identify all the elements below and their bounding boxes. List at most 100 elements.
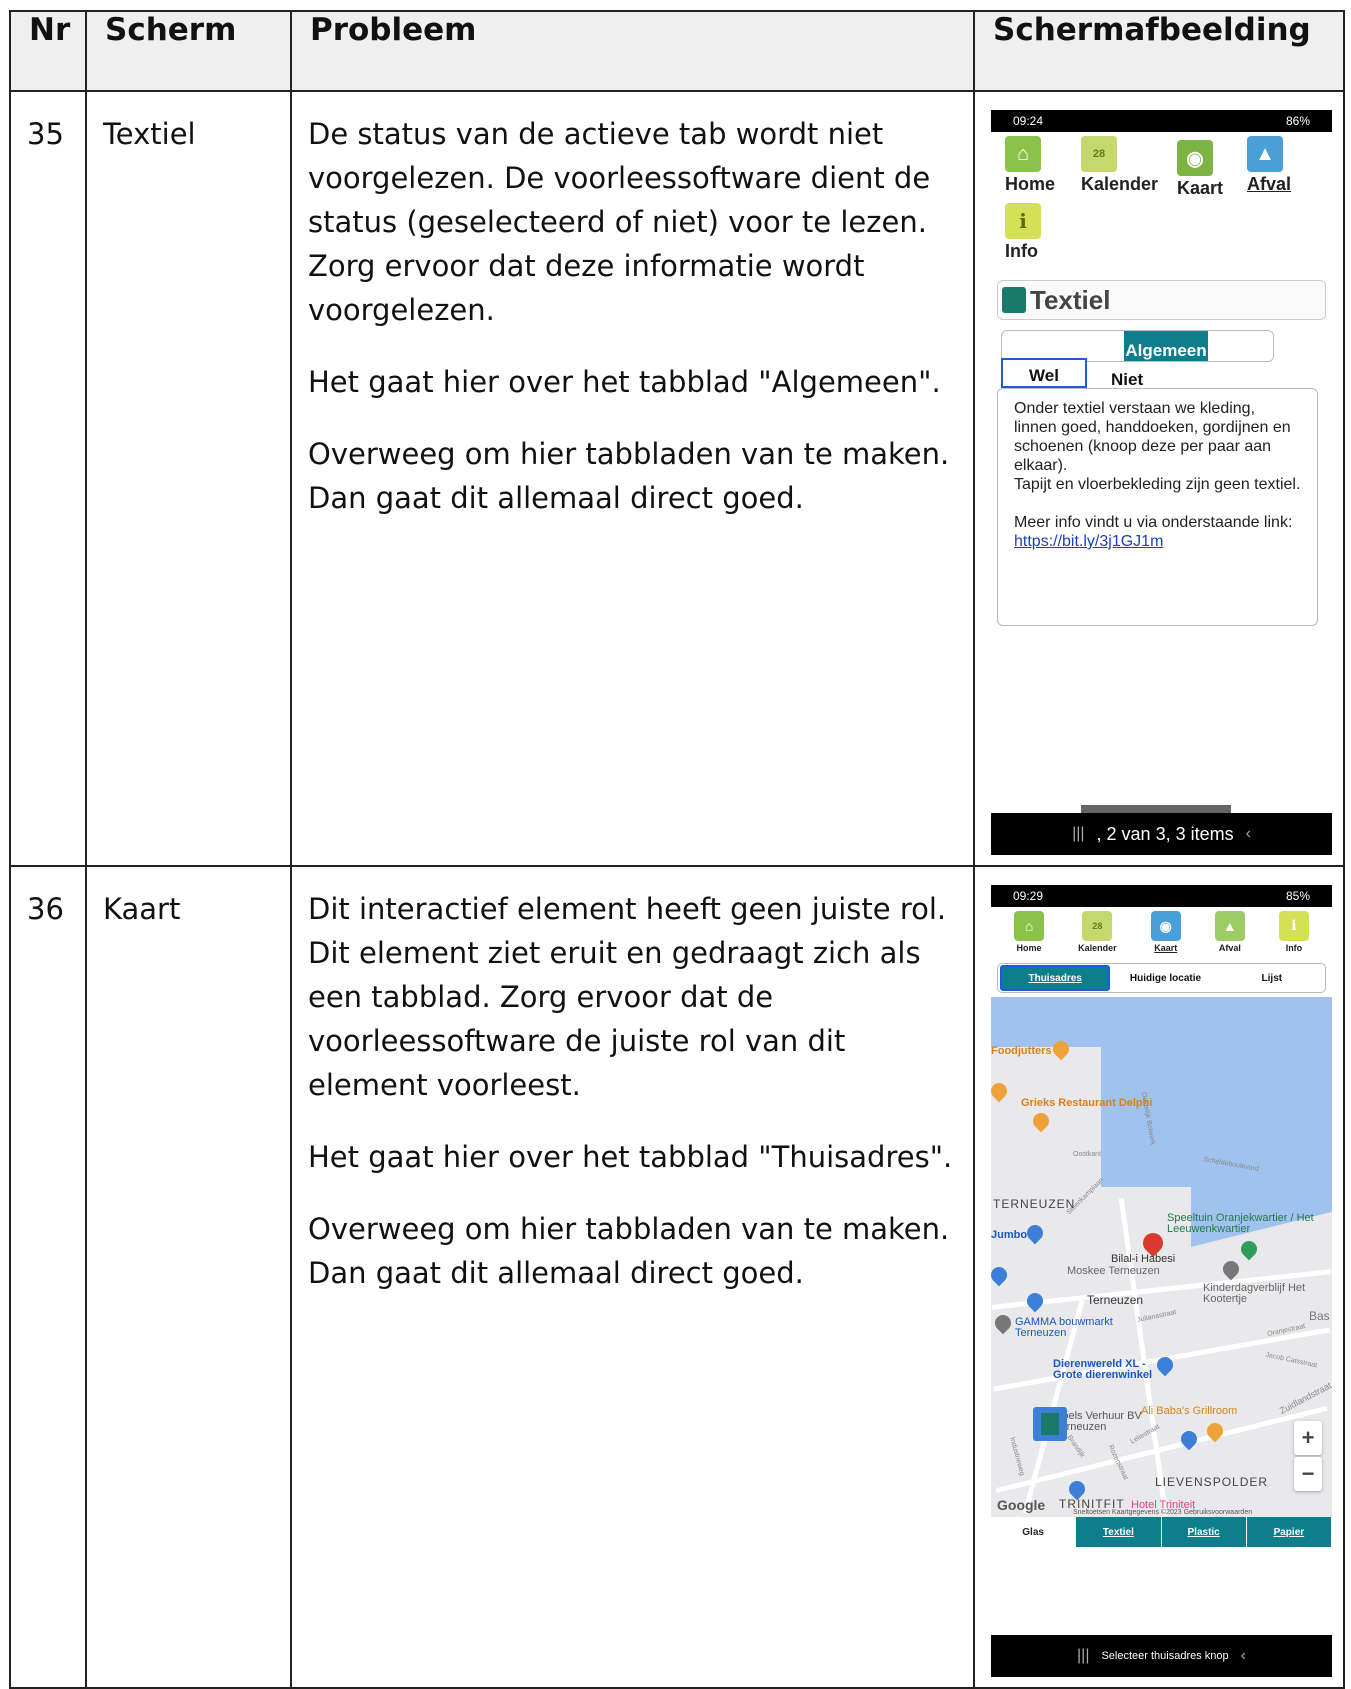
nav-kalender[interactable]: 28 Kalender xyxy=(1078,911,1117,957)
tab-huidige-locatie[interactable]: Huidige locatie xyxy=(1112,973,1218,984)
problem-paragraph: Overweeg om hier tabbladen van te maken.… xyxy=(308,437,950,515)
google-logo: Google xyxy=(997,1497,1046,1513)
problem-paragraph: Het gaat hier over het tabblad "Thuisadr… xyxy=(308,1140,953,1174)
wel-niet-tabs: Wel Niet xyxy=(1001,358,1332,390)
tab-thuisadres[interactable]: Thuisadres xyxy=(1000,965,1111,991)
talkback-caption: , 2 van 3, 3 items xyxy=(1096,823,1234,844)
location-tabs: Thuisadres Huidige locatie Lijst xyxy=(997,963,1326,993)
shirt-icon xyxy=(1002,287,1026,313)
page-title: Textiel xyxy=(1030,284,1111,315)
nav-label: Info xyxy=(1285,943,1303,953)
recent-apps-icon[interactable]: ||| xyxy=(1072,825,1084,843)
nav-home[interactable]: ⌂ Home xyxy=(1014,911,1045,957)
nav-label: Kaart xyxy=(1177,178,1224,198)
back-icon[interactable]: ‹ xyxy=(1241,1647,1246,1665)
calendar-icon: 28 xyxy=(1081,136,1117,172)
back-icon[interactable]: ‹ xyxy=(1246,825,1251,843)
tab-wel[interactable]: Wel xyxy=(1001,358,1087,388)
map-label: Ali Baba's Grillroom xyxy=(1141,1405,1238,1417)
zoom-in-button[interactable]: + xyxy=(1294,1421,1322,1455)
nav-kaart[interactable]: ◉ Kaart xyxy=(1150,911,1181,957)
info-text: Tapijt en vloerbekleding zijn geen texti… xyxy=(1014,476,1301,493)
tab-plastic[interactable]: Plastic xyxy=(1161,1517,1247,1547)
table-row: 36 Kaart Dit interactief element heeft g… xyxy=(9,865,1345,1689)
talkback-caption: Selecteer thuisadres knop xyxy=(1101,1650,1229,1662)
row-screenshot: 09:29 85% ⌂ Home 28 Kalender ◉ Kaart ▲ A… xyxy=(973,865,1345,1689)
nav-label: Afval xyxy=(1218,943,1241,953)
problem-paragraph: Dit interactief element heeft geen juist… xyxy=(308,892,947,1102)
map-label: Speeltuin Oranjekwartier / Het Leeuwenkw… xyxy=(1167,1212,1314,1235)
status-battery: 85% xyxy=(1285,889,1310,903)
place-pin-icon xyxy=(991,1311,1015,1335)
info-link[interactable]: https://bit.ly/3j1GJ1m xyxy=(1014,533,1163,550)
phone-screenshot-textiel: 09:24 86% ⌂ Home 28 Kalender ◉ Kaart ▲ A… xyxy=(991,110,1332,855)
map-label: Brandijk xyxy=(1065,1434,1086,1459)
status-bar: 09:24 86% xyxy=(991,110,1332,132)
header-probleem: Probleem xyxy=(290,10,975,92)
map-label: Boels Verhuur BV Terneuzen xyxy=(1055,1410,1142,1433)
park-pin-icon xyxy=(1237,1237,1261,1261)
status-battery: 86% xyxy=(1285,114,1310,128)
header-row: Nr Scherm Probleem Schermafbeelding xyxy=(9,10,1345,92)
status-bar: 09:29 85% xyxy=(991,885,1332,907)
map-label: Oostkant xyxy=(1073,1151,1102,1158)
problem-paragraph: Het gaat hier over het tabblad "Algemeen… xyxy=(308,365,941,399)
more-info-text: Meer info vindt u via onderstaande link: xyxy=(1014,514,1293,531)
problem-paragraph: Overweeg om hier tabbladen van te maken.… xyxy=(308,1212,950,1290)
map-label: Grieks Restaurant Delphi xyxy=(1021,1097,1153,1109)
app-nav: ⌂ Home 28 Kalender ◉ Kaart ▲ Afval i Inf… xyxy=(991,907,1332,957)
nav-afval[interactable]: ▲ Afval xyxy=(1214,911,1245,957)
info-icon: i xyxy=(1278,911,1309,941)
restaurant-pin-icon xyxy=(991,1079,1011,1103)
map-water xyxy=(991,997,1131,1047)
map-label: Bilal-i Habesi xyxy=(1111,1253,1176,1265)
nav-info[interactable]: i Info xyxy=(1005,203,1075,262)
nav-home[interactable]: ⌂ Home xyxy=(1005,136,1075,199)
tab-glas[interactable]: Glas xyxy=(991,1517,1077,1547)
nav-label: Kalender xyxy=(1078,943,1117,953)
map-label: Kinderdagverblijf Het Kootertje xyxy=(1203,1282,1306,1305)
focus-indicator xyxy=(1081,805,1231,813)
row-screen: Kaart xyxy=(85,865,292,1689)
nav-label: Kaart xyxy=(1154,943,1178,953)
map-label: Foodjutters xyxy=(991,1045,1052,1057)
nav-info[interactable]: i Info xyxy=(1278,911,1309,957)
restaurant-pin-icon xyxy=(1029,1109,1053,1133)
nav-afval[interactable]: ▲ Afval xyxy=(1247,136,1307,199)
nav-label: Home xyxy=(1005,174,1056,194)
waste-type-tabs: Glas Textiel Plastic Papier xyxy=(991,1517,1332,1547)
nav-label: Home xyxy=(1016,943,1042,953)
zoom-out-button[interactable]: − xyxy=(1294,1457,1322,1491)
app-nav: ⌂ Home 28 Kalender ◉ Kaart ▲ Afval i Inf… xyxy=(991,132,1332,266)
tab-niet[interactable]: Niet xyxy=(1111,370,1143,390)
map-label: Industrieweg xyxy=(1008,1436,1026,1477)
tab-papier[interactable]: Papier xyxy=(1246,1517,1332,1547)
recent-apps-icon[interactable]: ||| xyxy=(1077,1647,1089,1665)
row-problem: De status van de actieve tab wordt niet … xyxy=(290,90,975,867)
tab-algemeen[interactable]: Algemeen xyxy=(1124,331,1208,361)
shop-pin-icon xyxy=(1023,1221,1047,1245)
globe-icon: ◉ xyxy=(1177,140,1213,176)
map-label: Terneuzen xyxy=(1087,1293,1144,1307)
map-label: TERNEUZEN xyxy=(993,1197,1076,1211)
home-icon: ⌂ xyxy=(1005,136,1041,172)
info-panel: Onder textiel verstaan we kleding, linne… xyxy=(997,388,1318,626)
status-time: 09:29 xyxy=(1013,889,1044,903)
map-label: LIEVENSPOLDER xyxy=(1155,1475,1269,1489)
map-label: Dierenwereld XL - Grote dierenwinkel xyxy=(1053,1358,1153,1381)
textile-container-marker[interactable] xyxy=(1033,1407,1067,1441)
header-scherm: Scherm xyxy=(85,10,292,92)
map-view[interactable]: Foodjutters Grieks Restaurant Delphi Oos… xyxy=(991,997,1332,1517)
row-screenshot: 09:24 86% ⌂ Home 28 Kalender ◉ Kaart ▲ A… xyxy=(973,90,1345,867)
map-label: Jumbo xyxy=(991,1229,1028,1241)
nav-kaart[interactable]: ◉ Kaart xyxy=(1177,136,1241,199)
place-pin-icon xyxy=(1219,1257,1243,1281)
shop-pin-icon xyxy=(1023,1289,1047,1313)
tab-textiel[interactable]: Textiel xyxy=(1076,1517,1162,1547)
nav-kalender[interactable]: 28 Kalender xyxy=(1081,136,1171,199)
row-number: 35 xyxy=(9,90,87,867)
map-label: Julianastraat xyxy=(1136,1308,1177,1325)
header-schermafbeelding: Schermafbeelding xyxy=(973,10,1345,92)
tab-lijst[interactable]: Lijst xyxy=(1219,973,1325,984)
map-footer: Sneltoetsen Kaartgegevens ©2023 Gebruiks… xyxy=(1073,1509,1253,1516)
